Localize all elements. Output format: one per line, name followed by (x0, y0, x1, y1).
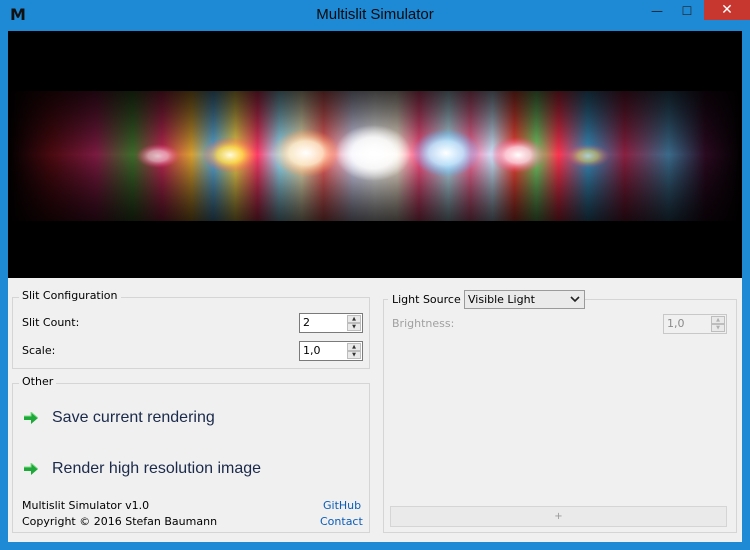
scale-up-button[interactable]: ▲ (347, 343, 361, 351)
slit-count-stepper[interactable]: 2 ▲ ▼ (299, 313, 363, 333)
light-source-select[interactable]: Visible Light (464, 290, 585, 309)
brightness-stepper[interactable]: 1,0 ▲ ▼ (663, 314, 727, 334)
scale-label: Scale: (22, 344, 56, 357)
slit-count-label: Slit Count: (22, 316, 80, 329)
slit-count-up-button[interactable]: ▲ (347, 315, 361, 323)
client-area: Slit Configuration Slit Count: 2 ▲ ▼ Sca… (8, 31, 742, 542)
contact-link[interactable]: Contact (320, 515, 363, 528)
save-rendering-button[interactable]: Save current rendering (23, 409, 215, 427)
scale-stepper[interactable]: 1,0 ▲ ▼ (299, 341, 363, 361)
green-arrow-icon (23, 410, 39, 426)
render-high-res-button[interactable]: Render high resolution image (23, 460, 261, 478)
light-source-group (383, 299, 737, 533)
window-title: Multislit Simulator (316, 6, 434, 23)
brightness-label: Brightness: (392, 317, 455, 330)
diffraction-rendering (8, 31, 742, 278)
scale-value[interactable]: 1,0 (303, 344, 321, 357)
brightness-value[interactable]: 1,0 (667, 317, 685, 330)
title-bar[interactable]: M Multislit Simulator — ☐ ✕ (0, 0, 750, 30)
light-source-label: Light Source (388, 293, 465, 306)
render-high-res-label[interactable]: Render high resolution image (52, 460, 261, 478)
other-legend: Other (19, 375, 57, 388)
minimize-button[interactable]: — (643, 0, 671, 22)
slit-count-value[interactable]: 2 (303, 316, 310, 329)
github-link[interactable]: GitHub (323, 499, 361, 512)
light-source-selected[interactable]: Visible Light (468, 293, 535, 306)
brightness-up-button[interactable]: ▲ (711, 316, 725, 324)
add-light-source-button[interactable]: + (390, 506, 727, 527)
maximize-button[interactable]: ☐ (673, 0, 701, 22)
save-rendering-label[interactable]: Save current rendering (52, 409, 215, 427)
close-button[interactable]: ✕ (704, 0, 750, 20)
slit-count-down-button[interactable]: ▼ (347, 323, 361, 331)
scale-down-button[interactable]: ▼ (347, 351, 361, 359)
copyright-text: Copyright © 2016 Stefan Baumann (22, 515, 218, 528)
app-window: M Multislit Simulator — ☐ ✕ Slit Configu… (0, 0, 750, 550)
green-arrow-icon (23, 461, 39, 477)
app-version-text: Multislit Simulator v1.0 (22, 499, 150, 512)
slit-configuration-legend: Slit Configuration (19, 289, 121, 302)
chevron-down-icon[interactable] (570, 292, 580, 309)
brightness-down-button[interactable]: ▼ (711, 324, 725, 332)
